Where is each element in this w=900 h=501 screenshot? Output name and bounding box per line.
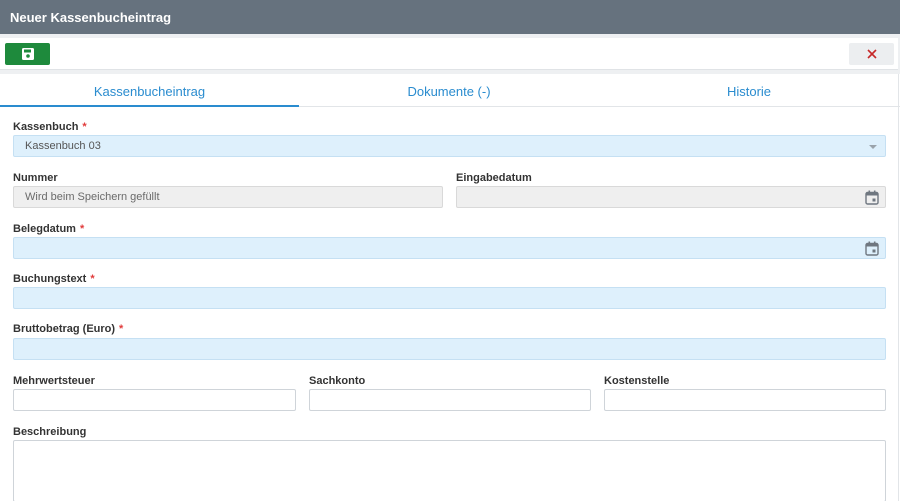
- toolbar-area: [0, 34, 900, 74]
- belegdatum-field[interactable]: [13, 237, 886, 259]
- beschreibung-textarea[interactable]: [13, 440, 886, 501]
- belegdatum-label: Belegdatum *: [13, 223, 84, 235]
- required-mark: *: [79, 223, 85, 235]
- buchungstext-field[interactable]: [13, 287, 886, 309]
- calendar-icon[interactable]: [865, 241, 879, 256]
- bruttobetrag-field[interactable]: [13, 338, 886, 360]
- chevron-down-icon: [869, 145, 877, 149]
- save-icon: [21, 48, 34, 60]
- nummer-placeholder: Wird beim Speichern gefüllt: [25, 191, 160, 203]
- close-button[interactable]: [849, 43, 894, 65]
- kassenbuch-select[interactable]: Kassenbuch 03: [13, 135, 886, 157]
- nummer-field[interactable]: Wird beim Speichern gefüllt: [13, 186, 443, 208]
- bruttobetrag-label-text: Bruttobetrag (Euro): [13, 323, 116, 335]
- bruttobetrag-label: Bruttobetrag (Euro) *: [13, 323, 123, 335]
- eingabedatum-label: Eingabedatum: [456, 172, 532, 184]
- tab-bar: Kassenbucheintrag Dokumente (-) Historie: [0, 74, 900, 107]
- window-title: Neuer Kassenbucheintrag: [0, 0, 900, 34]
- beschreibung-label: Beschreibung: [13, 426, 87, 438]
- save-button[interactable]: [5, 43, 50, 65]
- kassenbuch-value: Kassenbuch 03: [25, 140, 101, 152]
- eingabedatum-field[interactable]: [456, 186, 886, 208]
- tab-kassenbucheintrag[interactable]: Kassenbucheintrag: [0, 74, 299, 107]
- nummer-label: Nummer: [13, 172, 58, 184]
- sachkonto-field[interactable]: [309, 389, 591, 411]
- buchungstext-label-text: Buchungstext: [13, 273, 87, 285]
- required-mark: *: [82, 121, 87, 133]
- mehrwertsteuer-label: Mehrwertsteuer: [13, 375, 95, 387]
- required-mark: *: [119, 323, 124, 335]
- tab-dokumente[interactable]: Dokumente (-): [299, 74, 599, 107]
- calendar-icon[interactable]: [865, 190, 879, 205]
- tab-historie[interactable]: Historie: [599, 74, 899, 107]
- close-icon: [866, 49, 877, 59]
- right-border: [898, 74, 899, 501]
- kostenstelle-field[interactable]: [604, 389, 886, 411]
- kostenstelle-label: Kostenstelle: [604, 375, 670, 387]
- belegdatum-label-text: Belegdatum: [13, 223, 76, 235]
- buchungstext-label: Buchungstext *: [13, 273, 95, 285]
- mehrwertsteuer-field[interactable]: [13, 389, 296, 411]
- kassenbuch-label-text: Kassenbuch: [13, 121, 79, 133]
- sachkonto-label: Sachkonto: [309, 375, 366, 387]
- kassenbuch-label: Kassenbuch *: [13, 121, 87, 133]
- required-mark: *: [90, 273, 95, 285]
- toolbar: [0, 38, 898, 70]
